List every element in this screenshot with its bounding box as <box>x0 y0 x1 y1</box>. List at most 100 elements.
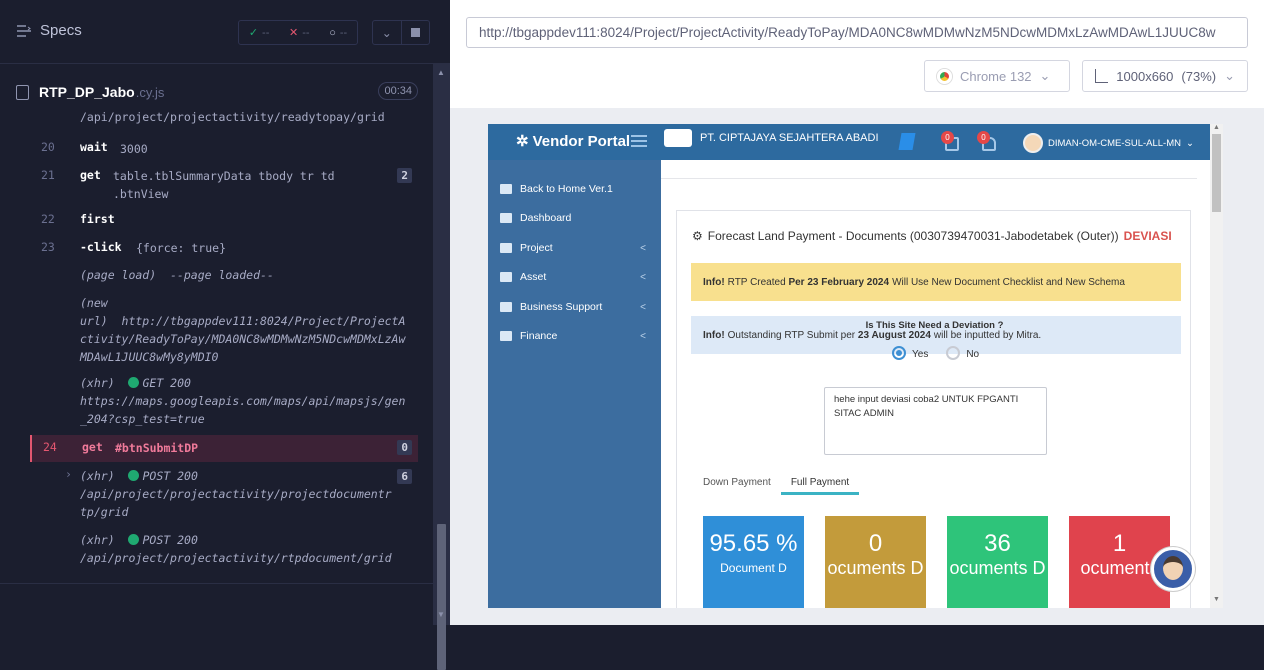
company-logo <box>664 129 692 147</box>
tab-full-payment[interactable]: Full Payment <box>780 471 860 495</box>
sidebar-item-business-support[interactable]: Business Support < <box>500 296 660 318</box>
viewport-selector[interactable]: 1000x660 (73%) ⌄ <box>1082 60 1248 92</box>
app-scrollbar[interactable]: ▲ ▼ <box>1210 124 1223 608</box>
deviation-textarea[interactable]: hehe input deviasi coba2 UNTUK FPGANTI S… <box>824 387 1047 455</box>
stat-value: 95.65 % <box>709 530 798 557</box>
xhr-method: POST 200 <box>142 533 198 547</box>
radio-yes[interactable]: Yes <box>892 346 928 360</box>
scroll-down-icon[interactable]: ▼ <box>1213 596 1220 603</box>
page-title: ⚙ Forecast Land Payment - Documents (0030… <box>692 229 1172 243</box>
info-text: Outstanding RTP Submit per <box>727 329 856 341</box>
scroll-down-icon[interactable]: ▼ <box>437 610 445 619</box>
info-text: will be inputted by Mitra. <box>933 329 1042 341</box>
specs-label: Specs <box>40 22 82 39</box>
xhr-prefix: (xhr) <box>80 533 115 547</box>
command-row[interactable]: /api/project/projectactivity/readytopay/… <box>30 112 418 128</box>
app-logo[interactable]: ✲ Vendor Portal <box>516 132 630 151</box>
file-icon <box>16 84 29 100</box>
scrollbar-thumb[interactable] <box>437 524 446 670</box>
aut-url-bar[interactable]: http://tbgappdev111:8024/Project/Project… <box>466 17 1248 48</box>
specs-toggle[interactable]: Specs <box>16 22 82 39</box>
chevron-left-icon: < <box>640 242 646 254</box>
document-panel: ⚙ Forecast Land Payment - Documents (0030… <box>676 210 1191 608</box>
stat-card[interactable]: 0 ocuments D <box>825 516 926 608</box>
stat-card[interactable]: 36 ocuments D <box>947 516 1048 608</box>
sidebar-item-asset[interactable]: Asset < <box>500 266 660 288</box>
globe-icon <box>500 302 512 312</box>
info-alert-schema: Info! RTP Created Per 23 February 2024 Wil… <box>691 263 1181 301</box>
chevron-down-icon: ⌄ <box>1039 68 1051 83</box>
sidebar-item-label: Asset <box>520 271 547 283</box>
divider <box>0 583 433 584</box>
command-name: get <box>82 440 103 454</box>
command-row[interactable]: 20 wait 3000 <box>30 140 418 160</box>
chevron-right-icon[interactable]: › <box>65 467 72 481</box>
spec-filename: RTP_DP_Jabo <box>39 84 135 100</box>
notification-badge: 0 <box>977 131 990 144</box>
company-info: PT. CIPTAJAYA SEJAHTERA ABADI <box>664 129 879 147</box>
command-number: 24 <box>43 440 57 454</box>
app-header: ✲ Vendor Portal PT. CIPTAJAYA SEJAHTERA A… <box>488 124 1210 160</box>
command-name: get <box>80 168 101 182</box>
chat-assistant-button[interactable] <box>1151 547 1195 591</box>
finance-icon <box>500 331 512 341</box>
info-label: Info! <box>703 276 725 288</box>
xhr-event[interactable]: (xhr) GET 200 https://maps.googleapis.co… <box>30 374 418 426</box>
command-message: /api/project/projectactivity/readytopay/… <box>80 112 385 124</box>
company-name: PT. CIPTAJAYA SEJAHTERA ABADI <box>700 132 879 144</box>
sidebar-item-project[interactable]: Project < <box>500 237 660 259</box>
radio-no[interactable]: No <box>946 346 979 360</box>
hamburger-icon[interactable] <box>631 135 647 147</box>
stop-icon <box>410 28 420 37</box>
page-title-text: Forecast Land Payment - Documents (00307… <box>707 229 1119 243</box>
new-url-event[interactable]: (new url) http://tbgappdev111:8024/Proje… <box>30 294 418 366</box>
xhr-method: POST 200 <box>142 469 198 483</box>
stat-value: 0 <box>868 530 883 557</box>
element-count-badge: 0 <box>397 440 412 455</box>
chevron-down-icon: ⌄ <box>1186 137 1194 149</box>
stop-button[interactable] <box>402 21 430 44</box>
radio-unchecked-icon <box>946 346 961 360</box>
command-name: first <box>80 212 115 226</box>
book-icon[interactable] <box>898 133 916 150</box>
command-row[interactable]: 22 first <box>30 212 418 232</box>
info-date: 23 August 2024 <box>857 329 931 341</box>
info-date: Per 23 February 2024 <box>788 276 890 288</box>
command-number: 21 <box>41 168 55 182</box>
chevron-down-icon[interactable]: ⌄ <box>373 21 402 44</box>
command-log-scrollbar[interactable]: ▲ ▼ <box>433 64 450 670</box>
passed-count: -- <box>262 26 270 39</box>
xhr-event[interactable]: › (xhr) POST 200 /api/project/projectact… <box>30 467 418 519</box>
request-count-badge: 6 <box>397 469 412 484</box>
tab-down-payment[interactable]: Down Payment <box>693 471 781 495</box>
scroll-up-icon[interactable]: ▲ <box>437 68 445 77</box>
stat-label: ocuments D <box>827 558 924 578</box>
back-icon <box>500 184 512 194</box>
scrollbar-thumb[interactable] <box>1212 134 1221 212</box>
sidebar-item-label: Dashboard <box>520 212 572 224</box>
sidebar-item-finance[interactable]: Finance < <box>500 325 660 347</box>
command-row-active[interactable]: 24 get #btnSubmitDP 0 <box>30 435 418 462</box>
sidebar: Back to Home Ver.1 Dashboard Project < As… <box>488 160 661 608</box>
sidebar-item-back-home[interactable]: Back to Home Ver.1 <box>500 178 660 200</box>
run-controls: ⌄ <box>372 20 430 45</box>
sidebar-item-dashboard[interactable]: Dashboard <box>500 207 660 229</box>
spec-extension: .cy.js <box>135 84 165 100</box>
chevron-left-icon: < <box>640 301 646 313</box>
zoom-level: (73%) <box>1181 68 1217 84</box>
command-row[interactable]: 21 get table.tblSummaryData tbody tr td … <box>30 168 418 208</box>
ruler-icon <box>1095 69 1109 83</box>
stat-card[interactable]: 95.65 % Document D <box>703 516 804 608</box>
chrome-icon <box>937 68 952 84</box>
command-number: 23 <box>41 240 55 254</box>
command-row[interactable]: 23 -click {force: true} <box>30 240 418 260</box>
runner-header: Specs ✓ -- ✕ -- ○ -- ⌄ <box>0 0 450 64</box>
xhr-url: /api/project/projectactivity/rtpdocument… <box>80 551 392 565</box>
chevron-left-icon: < <box>640 271 646 283</box>
browser-selector[interactable]: Chrome 132 ⌄ <box>924 60 1070 92</box>
failed-stat: ✕ -- <box>289 26 310 40</box>
chevron-down-icon: ⌄ <box>1224 68 1235 83</box>
scroll-up-icon[interactable]: ▲ <box>1213 124 1220 131</box>
user-menu[interactable]: DIMAN-OM-CME-SUL-ALL-MN ⌄ <box>1023 133 1194 153</box>
xhr-event[interactable]: (xhr) POST 200 /api/project/projectactiv… <box>30 531 418 571</box>
